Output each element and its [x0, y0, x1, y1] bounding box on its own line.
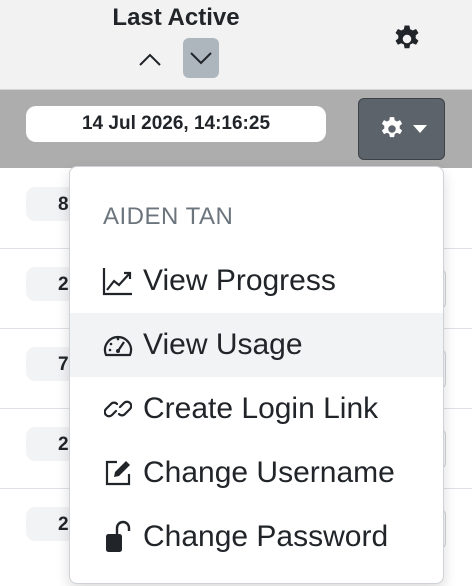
- row-actions-button[interactable]: [358, 98, 445, 160]
- menu-item-create-login-link[interactable]: Create Login Link: [70, 377, 443, 441]
- chevron-up-icon: [139, 53, 161, 66]
- sort-descending-button[interactable]: [183, 38, 219, 78]
- menu-item-view-usage[interactable]: View Usage: [70, 313, 443, 377]
- chevron-down-icon: [190, 52, 212, 65]
- menu-item-change-username[interactable]: Change Username: [70, 441, 443, 505]
- menu-item-label: View Usage: [143, 328, 303, 361]
- unlock-icon: [101, 520, 135, 554]
- menu-item-view-progress[interactable]: View Progress: [70, 249, 443, 313]
- row-actions-dropdown: AIDEN TAN View Progress View Usage Creat…: [69, 166, 444, 584]
- menu-item-label: Change Password: [143, 520, 389, 553]
- caret-down-icon: [412, 125, 427, 133]
- table-header: Last Active: [0, 0, 472, 90]
- menu-item-label: Change Username: [143, 456, 395, 489]
- chart-line-icon: [101, 264, 135, 298]
- menu-item-change-password[interactable]: Change Password: [70, 505, 443, 569]
- dropdown-header-username: AIDEN TAN: [103, 203, 234, 230]
- menu-item-label: View Progress: [143, 264, 336, 297]
- menu-item-label: Create Login Link: [143, 392, 379, 425]
- gear-icon: [381, 117, 402, 138]
- gear-icon: [395, 25, 419, 49]
- column-settings-button[interactable]: [390, 22, 424, 56]
- column-title-last-active[interactable]: Last Active: [100, 4, 252, 32]
- speedometer-icon: [101, 328, 135, 362]
- last-active-value: 14 Jul 2026, 14:16:25: [26, 106, 326, 142]
- link-icon: [101, 392, 135, 426]
- edit-icon: [101, 456, 135, 490]
- sort-ascending-button[interactable]: [134, 44, 166, 76]
